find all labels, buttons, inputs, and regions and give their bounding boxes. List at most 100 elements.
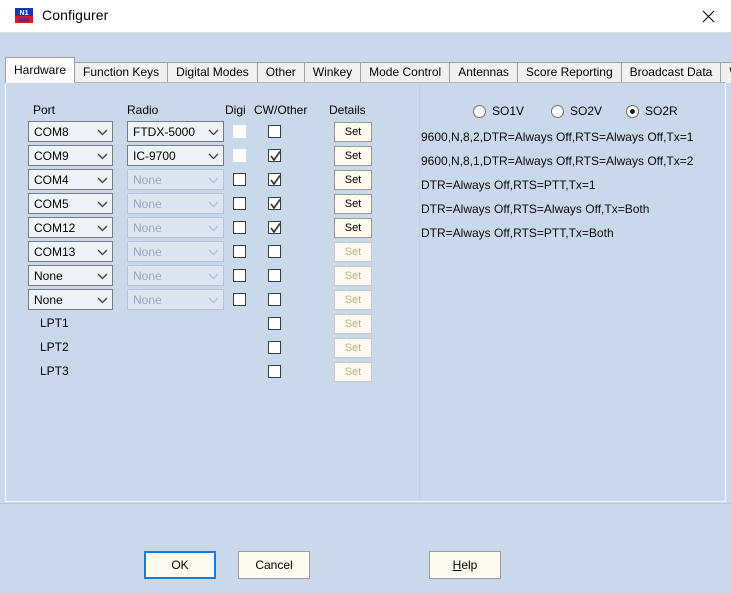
digi-checkbox-2[interactable] (233, 173, 246, 186)
port-select-value: COM4 (34, 172, 69, 187)
cw-other-checkbox-4[interactable] (268, 221, 281, 234)
table-row: COM9 IC-9700 Set (14, 145, 420, 169)
cancel-button-label: Cancel (255, 558, 293, 572)
chevron-down-icon (97, 146, 108, 165)
digi-checkbox-6[interactable] (233, 269, 246, 282)
chevron-down-icon (97, 290, 108, 309)
tab-score-reporting[interactable]: Score Reporting (516, 62, 622, 83)
cw-other-checkbox-6[interactable] (268, 269, 281, 282)
port-select-2[interactable]: COM4 (28, 169, 113, 190)
set-details-button-0[interactable]: Set (334, 122, 372, 142)
table-row: None None Set (14, 289, 420, 313)
chevron-down-icon (97, 218, 108, 237)
so-mode-and-details: SO1V SO2V SO2R 9600,N,8,2,DTR=Always Off,R… (421, 85, 725, 501)
port-select-value: COM5 (34, 196, 69, 211)
tab-digital-modes[interactable]: Digital Modes (167, 62, 258, 83)
cw-other-checkbox-7[interactable] (268, 293, 281, 306)
cw-other-checkbox-0[interactable] (268, 125, 281, 138)
radio-option-so2r[interactable]: SO2R (626, 104, 678, 118)
radio-option-label: SO2R (645, 104, 678, 118)
chevron-down-icon (208, 194, 219, 213)
radio-option-so2v[interactable]: SO2V (551, 104, 602, 118)
radio-select-7: None (127, 289, 224, 310)
port-select-7[interactable]: None (28, 289, 113, 310)
column-header-port: Port (33, 103, 56, 117)
column-header-cw-other: CW/Other (254, 103, 308, 117)
chevron-down-icon (208, 266, 219, 285)
set-details-button-6: Set (334, 266, 372, 286)
chevron-down-icon (97, 170, 108, 189)
radio-option-so1v[interactable]: SO1V (473, 104, 524, 118)
set-details-button-8: Set (334, 314, 372, 334)
radio-select-value: None (133, 244, 162, 259)
tab-function-keys[interactable]: Function Keys (74, 62, 169, 83)
table-row: None None Set (14, 265, 420, 289)
close-button[interactable] (685, 0, 731, 32)
help-button-label: Help (452, 558, 478, 572)
radio-select-2: None (127, 169, 224, 190)
tab-broadcast-data[interactable]: Broadcast Data (620, 62, 722, 83)
help-button[interactable]: Help (429, 551, 501, 579)
radio-mark-icon (473, 104, 486, 118)
chevron-down-icon (208, 146, 219, 165)
tab-other[interactable]: Other (256, 62, 305, 83)
table-row: LPT2 Set (14, 337, 420, 361)
digi-checkbox-7[interactable] (233, 293, 246, 306)
tab-strip: Hardware Function Keys Digital Modes Other W… (0, 33, 731, 83)
table-row: COM13 None Set (14, 241, 420, 265)
dialog-footer: OK Cancel Help (0, 503, 731, 593)
radio-select-0[interactable]: FTDX-5000 (127, 121, 224, 142)
table-row: LPT1 Set (14, 313, 420, 337)
table-row: LPT3 Set (14, 361, 420, 385)
cancel-button[interactable]: Cancel (238, 551, 310, 579)
port-select-5[interactable]: COM13 (28, 241, 113, 262)
radio-option-label: SO2V (570, 104, 603, 118)
radio-select-6: None (127, 265, 224, 286)
digi-checkbox-4[interactable] (233, 221, 246, 234)
radio-select-value: None (133, 172, 162, 187)
tab-antennas[interactable]: Antennas (449, 62, 518, 83)
ports-table: Port Radio Digi CW/Other Details COM8 FTD… (14, 85, 420, 501)
column-header-radio: Radio (127, 103, 159, 117)
set-details-button-1[interactable]: Set (334, 146, 372, 166)
radio-select-4: None (127, 217, 224, 238)
port-select-0[interactable]: COM8 (28, 121, 113, 142)
digi-checkbox-3[interactable] (233, 197, 246, 210)
set-details-button-2[interactable]: Set (334, 170, 372, 190)
port-select-4[interactable]: COM12 (28, 217, 113, 238)
cw-other-checkbox-3[interactable] (268, 197, 281, 210)
radio-select-value: None (133, 268, 162, 283)
set-details-button-4[interactable]: Set (334, 218, 372, 238)
chevron-down-icon (208, 170, 219, 189)
port-select-value: None (34, 292, 63, 307)
tab-winkey[interactable]: Winkey (303, 62, 362, 83)
port-select-1[interactable]: COM9 (28, 145, 113, 166)
tab-wsjt-jtdx-setup[interactable]: WSJT/JTDX Setup (720, 62, 731, 83)
window-title: Configurer (42, 7, 109, 23)
lpt-port-label-10: LPT3 (40, 364, 69, 378)
tab-hardware[interactable]: Hardware (5, 57, 76, 83)
port-select-6[interactable]: None (28, 265, 113, 286)
set-details-button-9: Set (334, 338, 372, 358)
tab-mode-control[interactable]: Mode Control (360, 62, 451, 83)
cw-other-checkbox-8[interactable] (268, 317, 281, 330)
cw-other-checkbox-1[interactable] (268, 149, 281, 162)
radio-mark-icon (626, 104, 639, 118)
port-select-value: COM13 (34, 244, 76, 259)
table-row: COM5 None Set (14, 193, 420, 217)
digi-checkbox-5[interactable] (233, 245, 246, 258)
hardware-tab-panel: Port Radio Digi CW/Other Details COM8 FTD… (5, 82, 726, 502)
column-header-details: Details (329, 103, 366, 117)
set-details-button-3[interactable]: Set (334, 194, 372, 214)
check-icon (269, 198, 282, 214)
cw-other-checkbox-2[interactable] (268, 173, 281, 186)
title-bar: N1 MM Configurer (0, 0, 731, 33)
check-icon (269, 150, 282, 166)
port-select-value: COM8 (34, 124, 69, 139)
port-select-3[interactable]: COM5 (28, 193, 113, 214)
cw-other-checkbox-5[interactable] (268, 245, 281, 258)
ok-button[interactable]: OK (144, 551, 216, 579)
cw-other-checkbox-9[interactable] (268, 341, 281, 354)
radio-select-1[interactable]: IC-9700 (127, 145, 224, 166)
cw-other-checkbox-10[interactable] (268, 365, 281, 378)
